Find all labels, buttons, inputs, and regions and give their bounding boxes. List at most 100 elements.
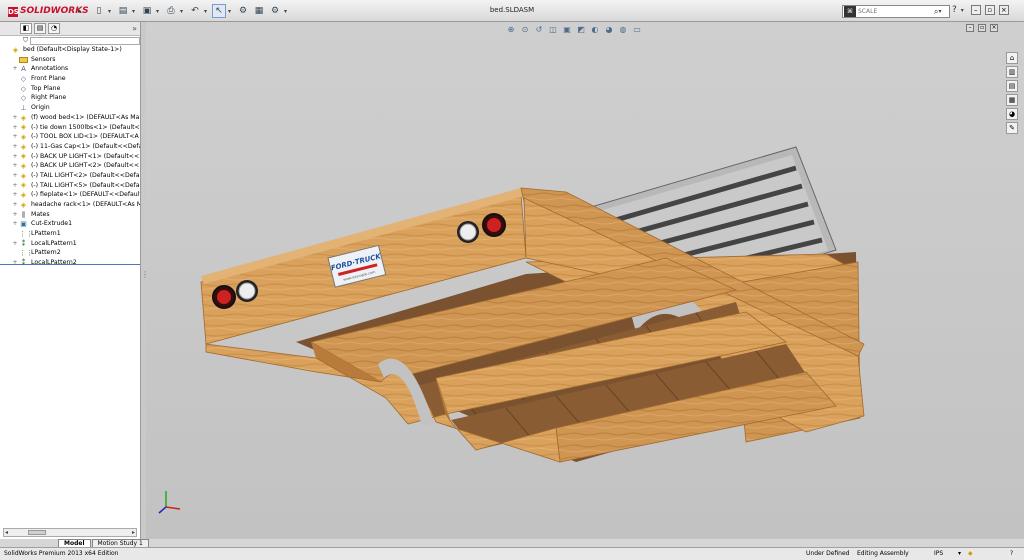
- expand-icon[interactable]: +: [11, 200, 19, 210]
- tree-item[interactable]: + ▣ Cut-Extrude1: [3, 219, 140, 229]
- tab-motion-study[interactable]: Motion Study 1: [91, 539, 149, 547]
- tree-item[interactable]: ⊥ Origin: [3, 103, 140, 113]
- print-icon[interactable]: ⎙: [164, 4, 178, 18]
- expand-icon[interactable]: +: [11, 171, 19, 181]
- filter-icon[interactable]: ⛉: [23, 36, 28, 45]
- units-dropdown-icon[interactable]: ▾: [958, 548, 961, 560]
- undo-icon[interactable]: ↶: [188, 4, 202, 18]
- search-input[interactable]: [858, 8, 934, 15]
- options-dropdown-icon[interactable]: ▾: [284, 8, 290, 15]
- part-icon: ◈: [20, 191, 27, 200]
- save-dropdown-icon[interactable]: ▾: [156, 8, 162, 15]
- expand-icon[interactable]: +: [11, 142, 19, 152]
- tree-item[interactable]: + ◈ (-) fieplate<1> (DEFAULT<<Default: [3, 190, 140, 200]
- status-help-icon[interactable]: ?: [1010, 548, 1013, 560]
- tree-item-label: (-) fieplate<1> (DEFAULT<<Default: [31, 191, 140, 199]
- expand-icon[interactable]: +: [11, 210, 19, 220]
- tree-item[interactable]: ◈ bed (Default<Display State-1>): [3, 45, 140, 55]
- tree-item[interactable]: ⋮⋮ LPattern1: [3, 229, 140, 239]
- status-units[interactable]: IPS: [934, 548, 943, 560]
- expand-icon[interactable]: +: [11, 113, 19, 123]
- tree-item-label: Cut-Extrude1: [31, 220, 73, 228]
- expand-icon[interactable]: +: [11, 64, 19, 74]
- tree-item[interactable]: + ◈ (-) TOOL BOX LID<1> (DEFAULT<A: [3, 132, 140, 142]
- expand-icon[interactable]: +: [11, 258, 19, 268]
- tree-item[interactable]: + A Annotations: [3, 64, 140, 74]
- tree-item-label: Annotations: [31, 65, 69, 73]
- tree-item[interactable]: + ⫼ Mates: [3, 210, 140, 220]
- save-icon[interactable]: ▣: [140, 4, 154, 18]
- new-dropdown-icon[interactable]: ▾: [108, 8, 114, 15]
- open-icon[interactable]: ▤: [116, 4, 130, 18]
- expand-icon[interactable]: +: [11, 161, 19, 171]
- mates-icon: ⫼: [21, 210, 26, 219]
- expand-icon[interactable]: +: [11, 239, 19, 249]
- property-manager-tab-icon[interactable]: ▤: [34, 23, 46, 34]
- panel-collapse-icon[interactable]: »: [132, 24, 137, 33]
- assembly-icon: ◈: [12, 45, 19, 54]
- scroll-thumb[interactable]: [28, 530, 46, 535]
- tree-item[interactable]: + ◈ (-) BACK UP LIGHT<1> (Default<<: [3, 152, 140, 162]
- new-icon[interactable]: ▯: [92, 4, 106, 18]
- part-icon: ◈: [20, 181, 27, 190]
- backup-light-right[interactable]: [457, 221, 479, 243]
- expand-icon[interactable]: +: [11, 181, 19, 191]
- tree-item[interactable]: ◇ Top Plane: [3, 84, 140, 94]
- restore-icon[interactable]: ▫: [984, 5, 995, 15]
- expand-icon[interactable]: +: [11, 152, 19, 162]
- tree-item[interactable]: + ◈ (-) 11-Gas Cap<1> (Default<<Defa: [3, 142, 140, 152]
- help-dropdown-icon[interactable]: ▾: [961, 7, 967, 14]
- rebuild-status-icon[interactable]: ◆: [968, 548, 973, 560]
- panel-horizontal-scrollbar[interactable]: ◂ ▸: [3, 528, 137, 537]
- tree-item-label: (-) 11-Gas Cap<1> (Default<<Defa: [31, 142, 140, 150]
- tree-item[interactable]: ⋮⋮ LPattern2: [3, 248, 140, 258]
- tail-light-right[interactable]: [482, 213, 506, 237]
- file-properties-icon[interactable]: ▦: [252, 4, 266, 18]
- rebuild-icon[interactable]: ⚙: [236, 4, 250, 18]
- expand-icon[interactable]: +: [11, 123, 19, 133]
- select-icon[interactable]: ↖: [212, 4, 226, 18]
- quick-access-toolbar: ▯ ▾ ▤ ▾ ▣ ▾ ⎙ ▾ ↶ ▾ ↖ ▾ ⚙ ▦ ⚙ ▾: [92, 3, 290, 19]
- tree-item[interactable]: + ◈ (-) tie down 1500lbs<1> (Default<D: [3, 123, 140, 133]
- annotations-icon: A: [21, 65, 26, 74]
- title-bar: DSSOLIDWORKS ▸ ▯ ▾ ▤ ▾ ▣ ▾ ⎙ ▾ ↶ ▾ ↖ ▾ ⚙ ▦ ⚙ ▾ …: [0, 0, 1024, 22]
- undo-dropdown-icon[interactable]: ▾: [204, 8, 210, 15]
- tree-item[interactable]: + ◈ headache rack<1> (DEFAULT<As M: [3, 200, 140, 210]
- help-icon[interactable]: ?: [952, 5, 957, 15]
- tree-item[interactable]: Sensors: [3, 55, 140, 65]
- tab-model[interactable]: Model: [58, 539, 91, 547]
- scroll-right-icon[interactable]: ▸: [132, 529, 135, 536]
- tree-item[interactable]: ◇ Right Plane: [3, 93, 140, 103]
- expand-icon[interactable]: +: [11, 190, 19, 200]
- tree-item[interactable]: + ⁑ LocalLPattern2: [3, 258, 140, 268]
- config-manager-tab-icon[interactable]: ◔: [48, 23, 60, 34]
- graphics-area[interactable]: ⊕ ⊙ ↺ ◫ ▣ ◩ ◐ ◕ ◍ ▭ – ▫ × ⌂ ▥ ▤ ▦ ◕ ✎ FO…: [146, 22, 1024, 539]
- expand-icon[interactable]: +: [11, 132, 19, 142]
- origin-icon: ⊥: [20, 103, 27, 112]
- close-icon[interactable]: ×: [998, 5, 1009, 15]
- search-dropdown-icon[interactable]: ▾: [938, 8, 944, 15]
- expand-icon[interactable]: +: [11, 219, 19, 229]
- scroll-left-icon[interactable]: ◂: [5, 529, 8, 536]
- tree-item[interactable]: ◇ Front Plane: [3, 74, 140, 84]
- menu-expand-icon[interactable]: ▸: [78, 7, 82, 15]
- tree-item[interactable]: + ◈ (-) BACK UP LIGHT<2> (Default<<: [3, 161, 140, 171]
- truck-bed-model[interactable]: FORD·TRUCK www.example.com: [146, 22, 1024, 539]
- feature-manager-tab-icon[interactable]: ◧: [20, 23, 32, 34]
- tree-item[interactable]: + ◈ (-) TAIL LIGHT<5> (Default<<Defa: [3, 181, 140, 191]
- filter-input[interactable]: [30, 36, 140, 45]
- tree-item-label: LocalLPattern2: [31, 259, 77, 267]
- print-dropdown-icon[interactable]: ▾: [180, 8, 186, 15]
- minimize-icon[interactable]: –: [970, 5, 981, 15]
- search-scope-icon[interactable]: ⌘: [844, 6, 856, 17]
- backup-light-left[interactable]: [236, 280, 258, 302]
- tree-item[interactable]: + ◈ (-) TAIL LIGHT<2> (Default<<Defa: [3, 171, 140, 181]
- tree-item-label: bed (Default<Display State-1>): [23, 46, 122, 53]
- tail-light-left[interactable]: [212, 285, 236, 309]
- select-dropdown-icon[interactable]: ▾: [228, 8, 234, 15]
- tree-item[interactable]: + ◈ (f) wood bed<1> (DEFAULT<As Ma: [3, 113, 140, 123]
- open-dropdown-icon[interactable]: ▾: [132, 8, 138, 15]
- options-icon[interactable]: ⚙: [268, 4, 282, 18]
- tree-item[interactable]: + ⁑ LocalLPattern1: [3, 239, 140, 249]
- tree-item-label: LPattern1: [31, 230, 61, 238]
